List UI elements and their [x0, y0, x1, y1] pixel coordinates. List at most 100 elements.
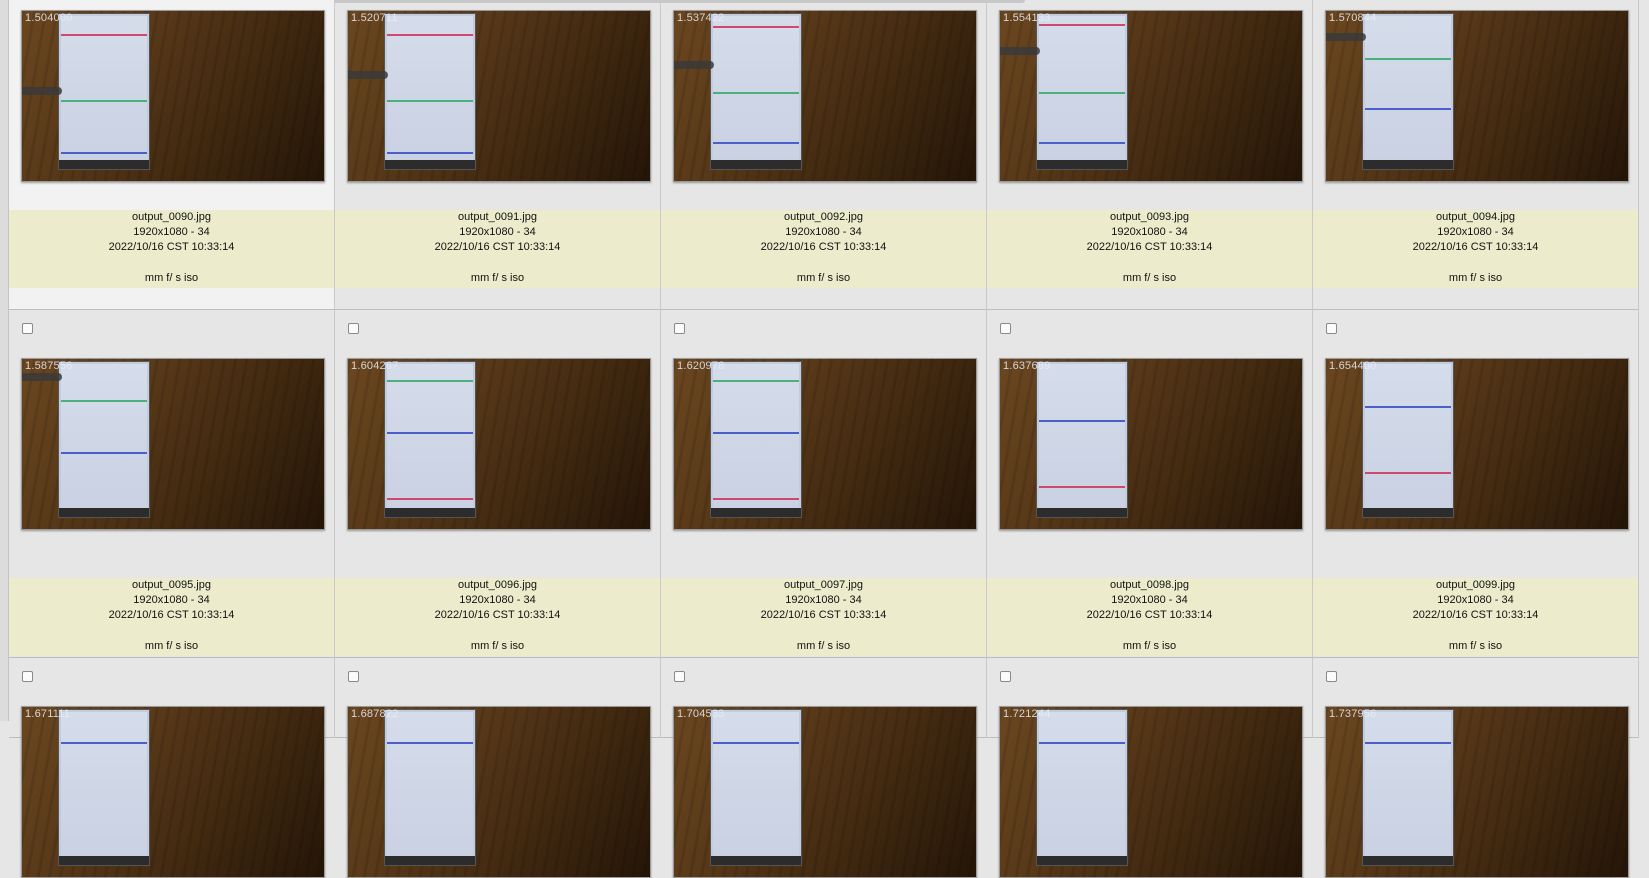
frame-timestamp: 1.687822 [351, 708, 399, 720]
thumbnail-cell[interactable]: 1.704533 [661, 658, 987, 878]
select-checkbox[interactable] [1326, 323, 1337, 334]
metadata-panel: output_0096.jpg 1920x1080 - 34 2022/10/16 … [335, 578, 660, 656]
select-checkbox[interactable] [674, 671, 685, 682]
thumbnail-cell[interactable]: 1.737956 [1313, 658, 1639, 878]
capture-date: 2022/10/16 CST 10:33:14 [760, 609, 887, 621]
red-scan-line [713, 26, 799, 28]
select-checkbox[interactable] [674, 323, 685, 334]
capture-date: 2022/10/16 CST 10:33:14 [760, 241, 887, 253]
blue-scan-line [713, 142, 799, 144]
red-scan-line [387, 498, 473, 500]
phone-graphic [710, 361, 802, 518]
thumbnail-cell[interactable]: 1.620978 output_0097.jpg 1920x1080 - 34 202… [661, 310, 987, 658]
thumbnail-cell[interactable]: 1.604267 output_0096.jpg 1920x1080 - 34 202… [335, 310, 661, 658]
frame-timestamp: 1.671111 [25, 708, 71, 720]
green-scan-line [61, 100, 147, 102]
image-thumbnail[interactable]: 1.537422 [673, 10, 977, 182]
phone-screen [1039, 16, 1125, 160]
thumbnail-cell[interactable]: 1.520711 output_0091.jpg 1920x1080 - 34 202… [335, 0, 661, 310]
image-thumbnail[interactable]: 1.520711 [347, 10, 651, 182]
phone-graphic [1036, 709, 1128, 866]
blue-scan-line [1365, 108, 1451, 110]
select-checkbox[interactable] [22, 323, 33, 334]
file-name: output_0096.jpg [458, 579, 537, 591]
file-name: output_0092.jpg [784, 211, 863, 223]
phone-bezel [1037, 160, 1127, 169]
thumbnail-cell[interactable]: 1.504000 output_0090.jpg 1920x1080 - 34 202… [9, 0, 335, 310]
exif-summary: mm f/ s iso [796, 640, 851, 652]
image-thumbnail[interactable]: 1.671111 [21, 706, 325, 878]
thumbnail-cell[interactable]: 1.587556 output_0095.jpg 1920x1080 - 34 202… [9, 310, 335, 658]
image-thumbnail[interactable]: 1.587556 [21, 358, 325, 530]
phone-graphic [384, 709, 476, 866]
metadata-panel: output_0094.jpg 1920x1080 - 34 2022/10/16 … [1313, 210, 1638, 288]
phone-bezel [385, 508, 475, 517]
image-thumbnail[interactable]: 1.721244 [999, 706, 1303, 878]
image-thumbnail[interactable]: 1.504000 [21, 10, 325, 182]
thumbnail-cell[interactable]: 1.687822 [335, 658, 661, 878]
stylus-graphic [348, 71, 388, 79]
metadata-panel: output_0095.jpg 1920x1080 - 34 2022/10/16 … [9, 578, 334, 656]
exif-summary: mm f/ s iso [470, 272, 525, 284]
phone-graphic [58, 361, 150, 518]
thumbnail-cell[interactable]: 1.721244 [987, 658, 1313, 878]
file-name: output_0099.jpg [1436, 579, 1515, 591]
frame-timestamp: 1.587556 [25, 360, 73, 372]
phone-screen [713, 364, 799, 508]
red-scan-line [713, 498, 799, 500]
select-checkbox[interactable] [348, 671, 359, 682]
thumbnail-cell[interactable]: 1.654400 output_0099.jpg 1920x1080 - 34 202… [1313, 310, 1639, 658]
phone-bezel [1363, 508, 1453, 517]
phone-bezel [711, 856, 801, 865]
phone-graphic [1036, 361, 1128, 518]
image-thumbnail[interactable]: 1.704533 [673, 706, 977, 878]
select-checkbox[interactable] [1326, 671, 1337, 682]
image-thumbnail[interactable]: 1.637689 [999, 358, 1303, 530]
capture-date: 2022/10/16 CST 10:33:14 [1412, 241, 1539, 253]
metadata-panel: output_0097.jpg 1920x1080 - 34 2022/10/16 … [661, 578, 986, 656]
blue-scan-line [387, 742, 473, 744]
image-thumbnail[interactable]: 1.570844 [1325, 10, 1629, 182]
image-dimensions: 1920x1080 - 34 [1437, 594, 1514, 606]
image-thumbnail[interactable]: 1.737956 [1325, 706, 1629, 878]
image-thumbnail[interactable]: 1.604267 [347, 358, 651, 530]
blue-scan-line [61, 742, 147, 744]
exif-summary: mm f/ s iso [1448, 272, 1503, 284]
phone-graphic [1036, 13, 1128, 170]
thumbnail-cell[interactable]: 1.537422 output_0092.jpg 1920x1080 - 34 202… [661, 0, 987, 310]
stylus-graphic [1326, 33, 1366, 41]
green-scan-line [387, 380, 473, 382]
frame-timestamp: 1.704533 [677, 708, 725, 720]
frame-timestamp: 1.721244 [1003, 708, 1051, 720]
image-dimensions: 1920x1080 - 34 [459, 226, 536, 238]
phone-graphic [384, 13, 476, 170]
image-dimensions: 1920x1080 - 34 [1111, 594, 1188, 606]
image-dimensions: 1920x1080 - 34 [133, 226, 210, 238]
phone-bezel [1037, 856, 1127, 865]
image-thumbnail[interactable]: 1.654400 [1325, 358, 1629, 530]
select-checkbox[interactable] [348, 323, 359, 334]
metadata-panel: output_0092.jpg 1920x1080 - 34 2022/10/16 … [661, 210, 986, 288]
thumbnail-cell[interactable]: 1.554133 output_0093.jpg 1920x1080 - 34 202… [987, 0, 1313, 310]
blue-scan-line [1039, 742, 1125, 744]
phone-bezel [59, 160, 149, 169]
select-checkbox[interactable] [1000, 671, 1011, 682]
image-thumbnail[interactable]: 1.554133 [999, 10, 1303, 182]
capture-date: 2022/10/16 CST 10:33:14 [108, 609, 235, 621]
phone-bezel [59, 856, 149, 865]
metadata-panel: output_0093.jpg 1920x1080 - 34 2022/10/16 … [987, 210, 1312, 288]
exif-summary: mm f/ s iso [1122, 272, 1177, 284]
select-checkbox[interactable] [1000, 323, 1011, 334]
image-thumbnail[interactable]: 1.620978 [673, 358, 977, 530]
green-scan-line [61, 400, 147, 402]
phone-screen [61, 712, 147, 856]
exif-summary: mm f/ s iso [796, 272, 851, 284]
thumbnail-cell[interactable]: 1.637689 output_0098.jpg 1920x1080 - 34 202… [987, 310, 1313, 658]
thumbnail-cell[interactable]: 1.671111 [9, 658, 335, 878]
image-thumbnail[interactable]: 1.687822 [347, 706, 651, 878]
phone-graphic [58, 709, 150, 866]
select-checkbox[interactable] [22, 671, 33, 682]
thumbnail-cell[interactable]: 1.570844 output_0094.jpg 1920x1080 - 34 202… [1313, 0, 1639, 310]
frame-timestamp: 1.504000 [25, 12, 73, 24]
blue-scan-line [387, 152, 473, 154]
